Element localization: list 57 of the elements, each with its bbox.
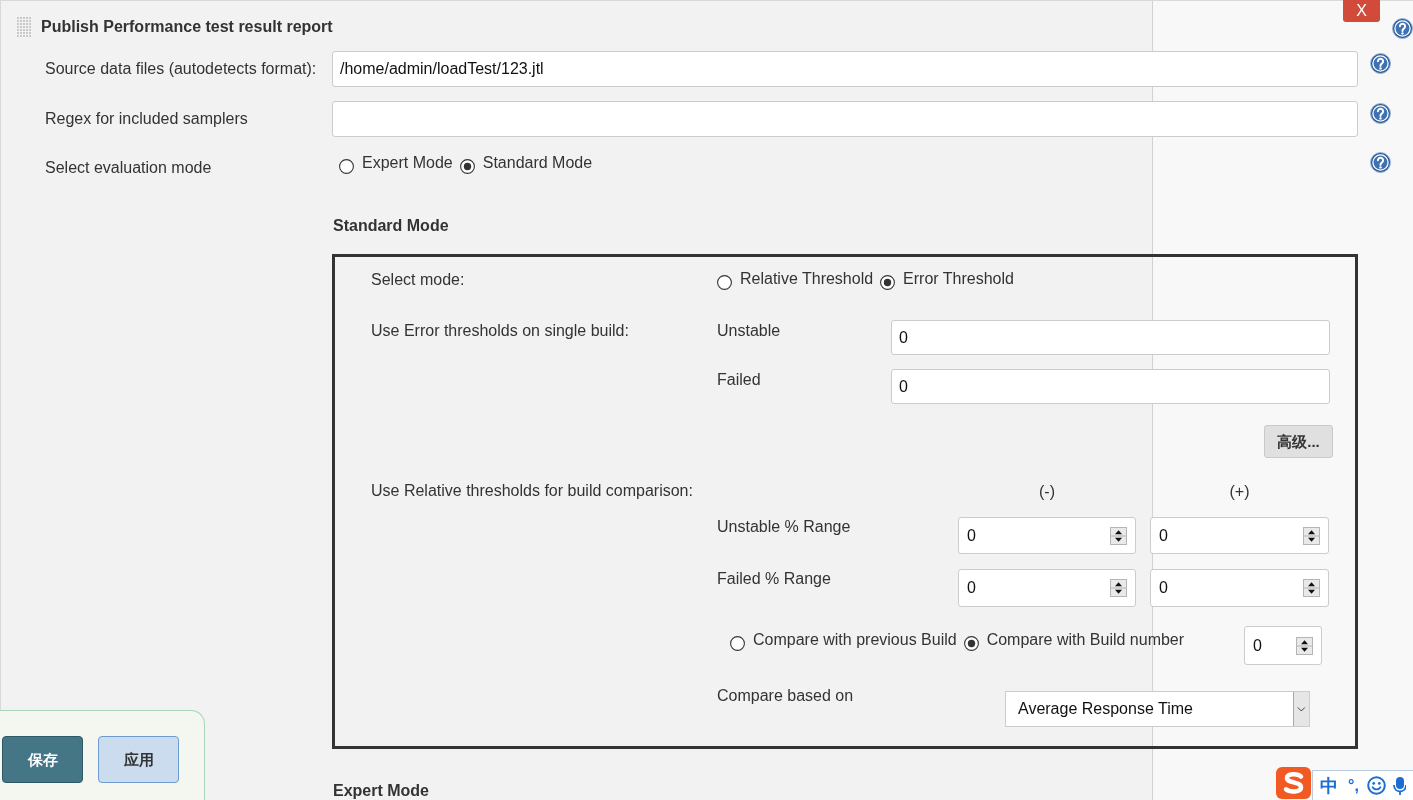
ime-status-label[interactable]: 中 — [1320, 775, 1338, 796]
radio-button[interactable] — [339, 159, 354, 174]
field-label: Failed % Range — [717, 569, 832, 589]
number-field[interactable]: 0 — [958, 569, 1136, 607]
column-header: (-) — [1038, 482, 1056, 502]
spinner-icon[interactable] — [1110, 526, 1127, 545]
dropdown[interactable]: Average Response Time — [1005, 691, 1310, 727]
section-heading: Expert Mode — [333, 781, 429, 800]
field-label: Use Relative thresholds for build comparison: — [371, 482, 694, 500]
radio-label[interactable]: Relative Threshold — [740, 270, 874, 288]
microphone-icon[interactable] — [1392, 775, 1406, 796]
spinner-icon[interactable] — [1303, 526, 1320, 545]
help-icon[interactable] — [1370, 152, 1391, 173]
field-label: Unstable % Range — [717, 517, 852, 537]
text-field[interactable]: /home/admin/loadTest/123.jtl — [332, 51, 1358, 87]
radio-button[interactable] — [459, 159, 475, 174]
column-header: (+) — [1228, 482, 1251, 502]
drag-handle-icon[interactable] — [17, 17, 32, 37]
logo-icon[interactable] — [1275, 766, 1312, 800]
radio-label[interactable]: Compare with previous Build — [753, 631, 957, 649]
spinner-icon[interactable] — [1110, 579, 1127, 597]
radio-button[interactable] — [963, 636, 979, 651]
number-field[interactable]: 0 — [1150, 517, 1329, 554]
field-label: Source data files (autodetects format): — [45, 60, 318, 78]
ime-status-label[interactable]: °, — [1348, 775, 1359, 796]
field-label: Compare based on — [717, 687, 855, 705]
field-label: Select mode: — [371, 271, 466, 289]
close-button[interactable]: X — [1343, 0, 1380, 22]
section-heading: Standard Mode — [333, 216, 449, 236]
radio-label[interactable]: Standard Mode — [482, 154, 593, 172]
number-field[interactable]: 0 — [1244, 626, 1322, 665]
radio-button[interactable] — [880, 275, 896, 290]
field-label: Failed — [717, 370, 762, 389]
radio-label[interactable]: Error Threshold — [903, 270, 1014, 288]
section-title: Publish Performance test result report — [41, 17, 333, 37]
field-label: Regex for included samplers — [45, 110, 249, 128]
number-field[interactable]: 0 — [958, 517, 1136, 554]
field-label: Use Error thresholds on single build: — [371, 321, 630, 340]
help-icon[interactable] — [1370, 103, 1391, 124]
radio-label[interactable]: Compare with Build number — [986, 631, 1185, 649]
help-icon[interactable] — [1392, 18, 1413, 39]
number-field[interactable]: 0 — [1150, 569, 1329, 607]
text-field[interactable]: 0 — [891, 320, 1330, 355]
text-field[interactable] — [332, 101, 1358, 137]
text-field[interactable]: 0 — [891, 369, 1330, 404]
apply-button[interactable]: 应用 — [98, 736, 179, 783]
radio-button[interactable] — [717, 275, 732, 290]
spinner-icon[interactable] — [1303, 579, 1320, 597]
field-label: Select evaluation mode — [45, 158, 213, 177]
radio-button[interactable] — [730, 636, 745, 651]
help-icon[interactable] — [1370, 53, 1391, 74]
radio-label[interactable]: Expert Mode — [362, 154, 453, 172]
advanced-button[interactable]: 高级... — [1264, 425, 1333, 458]
save-button[interactable]: 保存 — [2, 736, 83, 783]
spinner-icon[interactable] — [1296, 636, 1313, 655]
field-label: Unstable — [717, 321, 782, 340]
smiley-icon[interactable] — [1366, 776, 1386, 795]
